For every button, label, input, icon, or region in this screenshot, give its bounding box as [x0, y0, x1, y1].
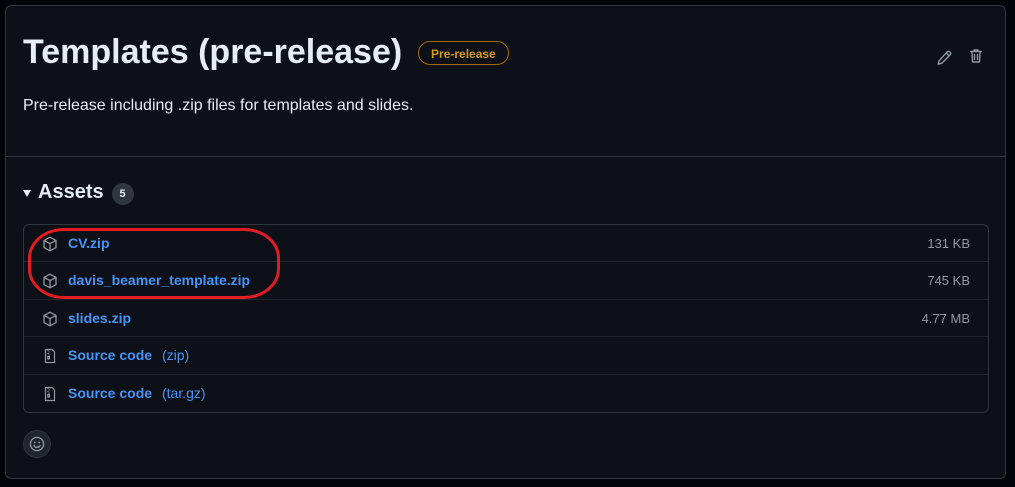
file-zip-icon — [44, 386, 56, 401]
package-icon — [43, 311, 57, 327]
asset-row: davis_beamer_template.zip 745 KB — [24, 262, 988, 300]
asset-link-cv[interactable]: CV.zip — [68, 235, 110, 251]
smiley-icon — [29, 436, 45, 452]
delete-button[interactable] — [964, 44, 988, 68]
asset-link-slides[interactable]: slides.zip — [68, 310, 131, 326]
asset-size: 4.77 MB — [921, 310, 970, 326]
package-icon — [43, 273, 57, 289]
caret-down-icon — [23, 189, 31, 197]
source-code-zip-link[interactable]: Source code — [68, 347, 152, 363]
edit-button[interactable] — [932, 46, 956, 70]
asset-link-beamer-template[interactable]: davis_beamer_template.zip — [68, 272, 250, 288]
asset-row: CV.zip 131 KB — [24, 225, 988, 263]
assets-list: CV.zip 131 KB davis_beamer_template.zip … — [23, 224, 989, 413]
asset-row: slides.zip 4.77 MB — [24, 300, 988, 338]
assets-heading: Assets — [38, 180, 104, 203]
source-code-format[interactable]: (tar.gz) — [162, 385, 206, 401]
asset-size: 131 KB — [927, 236, 970, 251]
trash-icon — [969, 49, 983, 63]
source-code-targz-link[interactable]: Source code — [68, 385, 152, 401]
source-code-format[interactable]: (zip) — [162, 347, 189, 363]
release-header: Templates (pre-release) Pre-release Pre-… — [6, 6, 1005, 157]
assets-toggle[interactable]: Assets 5 — [23, 179, 134, 205]
asset-size: 745 KB — [927, 273, 970, 289]
prerelease-badge: Pre-release — [418, 41, 509, 65]
add-reaction-button[interactable] — [23, 430, 51, 458]
release-description: Pre-release including .zip files for tem… — [23, 97, 414, 114]
release-title: Templates (pre-release) — [23, 33, 403, 71]
release-card: Templates (pre-release) Pre-release Pre-… — [5, 5, 1006, 479]
package-icon — [43, 236, 57, 252]
asset-row: Source code (tar.gz) — [24, 375, 988, 412]
assets-count-badge: 5 — [111, 182, 134, 205]
asset-row: Source code (zip) — [24, 337, 988, 375]
pencil-icon — [937, 50, 952, 65]
file-zip-icon — [44, 349, 56, 364]
